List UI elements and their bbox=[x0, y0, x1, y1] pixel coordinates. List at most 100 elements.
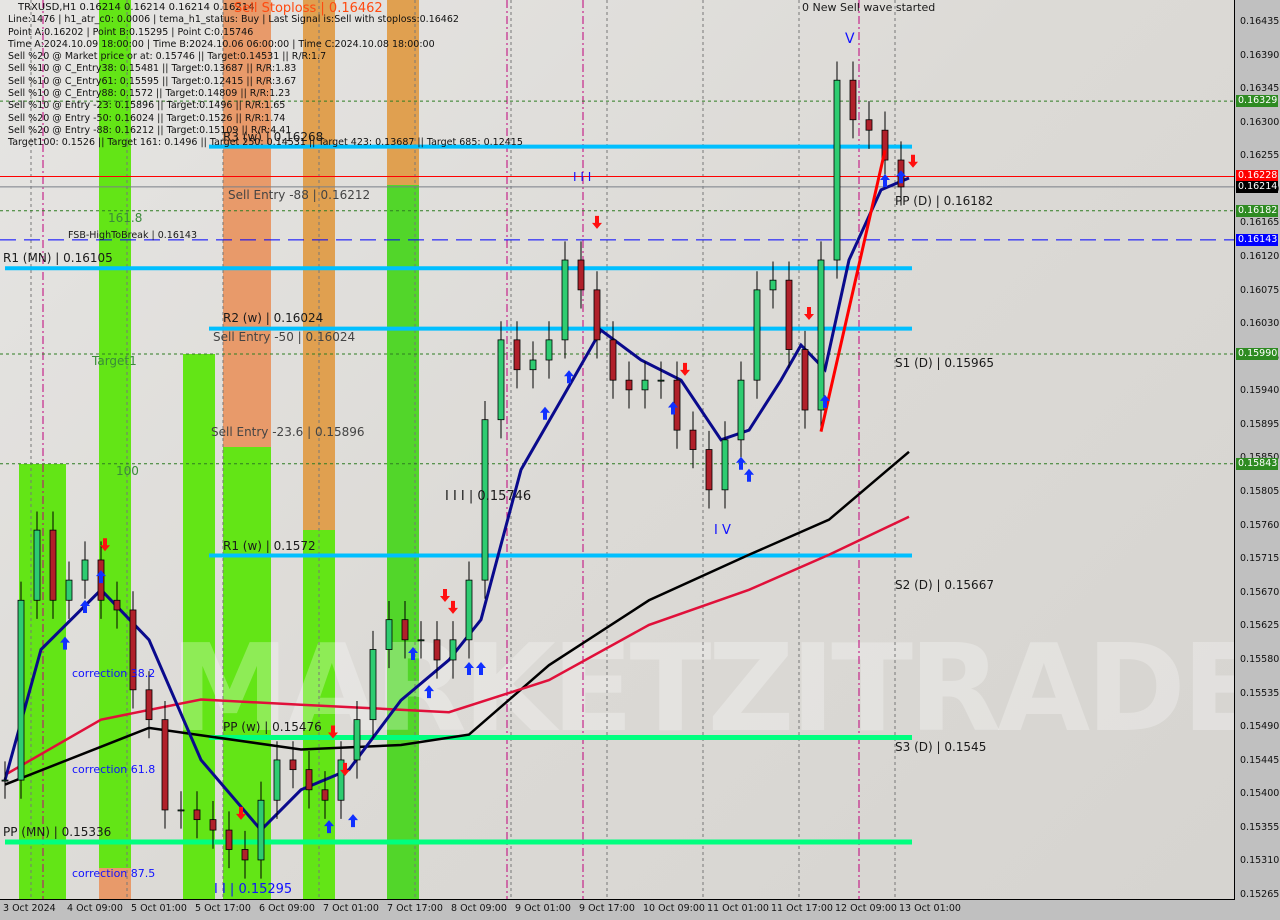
price-tag: 0.15990 bbox=[1236, 348, 1278, 361]
fsb-high-label: FSB-HighToBreak | 0.16143 bbox=[68, 230, 198, 241]
sell-arrow-icon bbox=[592, 215, 602, 229]
price-tick-label: 0.16435 bbox=[1240, 16, 1280, 27]
candle-body bbox=[81, 559, 89, 581]
candle-body bbox=[641, 379, 649, 391]
r1-monthly-label: R1 (MN) | 0.16105 bbox=[3, 251, 113, 265]
info-line: Sell %10 @ C_Entry88: 0.1572 || Target:0… bbox=[8, 88, 291, 100]
sell-entry-88-label: Sell Entry -88 | 0.16212 bbox=[228, 188, 371, 202]
candle-body bbox=[17, 599, 25, 781]
buy-arrow-icon bbox=[324, 820, 334, 834]
candle-body bbox=[417, 639, 425, 642]
buy-arrow-icon bbox=[408, 647, 418, 661]
candle-body bbox=[225, 829, 233, 850]
time-tick-label: 3 Oct 2024 bbox=[3, 903, 56, 914]
candle-body bbox=[49, 529, 57, 601]
sell-entry-236-label: Sell Entry -23.6 | 0.15896 bbox=[211, 425, 365, 439]
buy-arrow-icon bbox=[60, 636, 70, 650]
time-tick-label: 7 Oct 01:00 bbox=[323, 903, 379, 914]
price-tick-label: 0.15445 bbox=[1240, 754, 1280, 766]
time-tick-label: 12 Oct 09:00 bbox=[835, 903, 897, 914]
buy-arrow-icon bbox=[348, 814, 358, 828]
info-line: Sell %20 @ Entry -50: 0.16024 || Target:… bbox=[8, 112, 286, 124]
candle-body bbox=[737, 379, 745, 441]
time-tick-label: 8 Oct 09:00 bbox=[451, 903, 507, 914]
fib-161-label: 161.8 bbox=[108, 211, 143, 225]
pp-weekly-label: PP (w) | 0.15476 bbox=[223, 720, 322, 734]
price-tick-label: 0.15265 bbox=[1240, 888, 1280, 900]
candle-body bbox=[721, 439, 729, 491]
candle-body bbox=[321, 789, 329, 801]
candle-body bbox=[145, 689, 153, 721]
price-tick-label: 0.16345 bbox=[1240, 83, 1280, 95]
candle-body bbox=[401, 619, 409, 641]
price-tick-label: 0.15490 bbox=[1240, 721, 1280, 733]
price-tick-label: 0.16255 bbox=[1240, 150, 1280, 162]
s1-daily-label: S1 (D) | 0.15965 bbox=[895, 356, 994, 370]
candle-body bbox=[785, 279, 793, 350]
candle-body bbox=[625, 379, 633, 391]
buy-arrow-icon bbox=[744, 468, 754, 482]
pp-daily-label: PP (D) | 0.16182 bbox=[895, 194, 994, 208]
info-panel: TRXUSD,H1 0.16214 0.16214 0.16214 0.1621… bbox=[8, 2, 523, 150]
price-tick-label: 0.15895 bbox=[1240, 418, 1280, 430]
candle-body bbox=[801, 349, 809, 411]
candle-body bbox=[529, 359, 537, 371]
info-line: Sell %10 @ C_Entry38: 0.15481 || Target:… bbox=[8, 63, 297, 75]
candle-body bbox=[33, 529, 41, 601]
time-tick-label: 7 Oct 17:00 bbox=[387, 903, 443, 914]
candle-body bbox=[193, 809, 201, 821]
candle-body bbox=[657, 379, 665, 382]
candle-body bbox=[833, 79, 841, 261]
price-tick-label: 0.15310 bbox=[1240, 855, 1280, 867]
wave-iv-label: I V bbox=[714, 523, 731, 538]
price-tick-label: 0.16390 bbox=[1240, 49, 1280, 61]
sell-arrow-icon bbox=[680, 362, 690, 376]
sell-arrow-icon bbox=[908, 154, 918, 168]
candle-body bbox=[465, 579, 473, 641]
correction-382-label: correction 38.2 bbox=[72, 667, 156, 680]
candle-body bbox=[545, 339, 553, 361]
price-tick-label: 0.15940 bbox=[1240, 385, 1280, 397]
wave-v-label: V bbox=[845, 31, 855, 47]
price-tick-label: 0.15760 bbox=[1240, 519, 1280, 531]
candle-body bbox=[257, 799, 265, 861]
time-tick-label: 11 Oct 01:00 bbox=[707, 903, 769, 914]
price-tick-label: 0.16300 bbox=[1240, 116, 1280, 128]
info-line: Sell %10 @ Entry -23: 0.15896 || Target:… bbox=[8, 100, 286, 112]
pp-monthly-label: PP (MN) | 0.15336 bbox=[3, 825, 112, 839]
price-tick-label: 0.15580 bbox=[1240, 653, 1280, 665]
chart-plot-area[interactable]: MARKETZITRADE TRXUSD,H1 0.16214 0.16214 … bbox=[0, 0, 1235, 900]
trend-line bbox=[819, 150, 887, 432]
s2-daily-label: S2 (D) | 0.15667 bbox=[895, 578, 994, 592]
info-line: Line:1476 | h1_atr_c0: 0.0006 | tema_h1_… bbox=[8, 14, 459, 26]
buy-arrow-icon bbox=[464, 661, 474, 675]
info-line: Sell %20 @ Market price or at: 0.15746 |… bbox=[8, 51, 327, 63]
candle-body bbox=[385, 619, 393, 650]
candle-body bbox=[433, 639, 441, 661]
price-tick-label: 0.15355 bbox=[1240, 821, 1280, 833]
candle-body bbox=[689, 429, 697, 450]
wave-ii-label: I I | 0.15295 bbox=[214, 882, 293, 897]
info-line: Time A:2024.10.09 18:00:00 | Time B:2024… bbox=[8, 38, 435, 50]
candle-body bbox=[241, 849, 249, 861]
candle-body bbox=[369, 649, 377, 721]
fib-100-label: 100 bbox=[116, 464, 139, 478]
info-line: Point A:0.16202 | Point B:0.15295 | Poin… bbox=[8, 26, 254, 38]
price-tick-label: 0.15400 bbox=[1240, 788, 1280, 800]
price-tick-label: 0.16165 bbox=[1240, 217, 1280, 229]
time-tick-label: 4 Oct 09:00 bbox=[67, 903, 123, 914]
correction-618-label: correction 61.8 bbox=[72, 763, 156, 776]
candle-body bbox=[609, 339, 617, 381]
candle-body bbox=[161, 719, 169, 811]
candle-body bbox=[113, 599, 121, 611]
wave-iii-label: I I I | 0.15746 bbox=[445, 489, 532, 504]
sell-arrow-icon bbox=[448, 600, 458, 614]
wave-iii-top-label: I I I bbox=[573, 170, 592, 184]
time-tick-label: 6 Oct 09:00 bbox=[259, 903, 315, 914]
stoploss-label: Sell Stoploss | 0.16462 bbox=[234, 1, 383, 16]
candle-body bbox=[705, 449, 713, 491]
price-tag: 0.16329 bbox=[1236, 95, 1278, 108]
time-tick-label: 9 Oct 01:00 bbox=[515, 903, 571, 914]
buy-arrow-icon bbox=[96, 570, 106, 584]
price-tick-label: 0.16030 bbox=[1240, 318, 1280, 330]
